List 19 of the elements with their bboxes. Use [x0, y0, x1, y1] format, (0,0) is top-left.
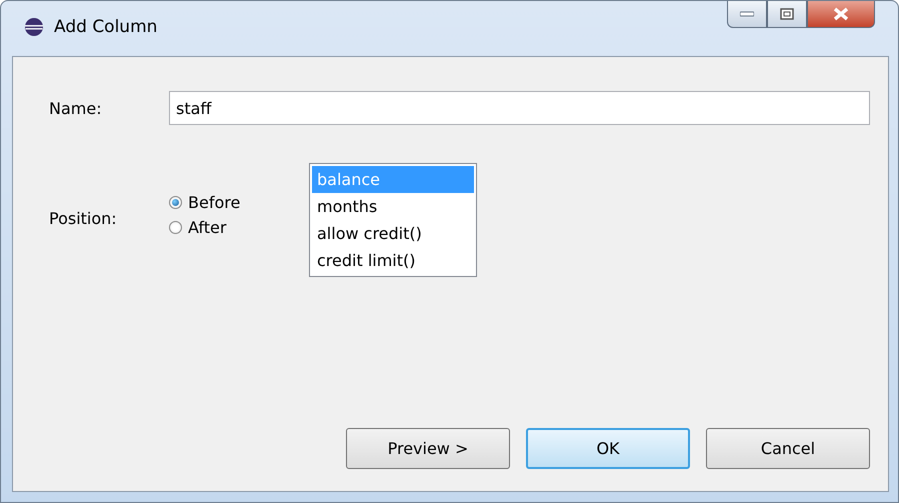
name-field[interactable]: staff	[169, 91, 870, 125]
maximize-button[interactable]	[767, 1, 807, 28]
position-radio[interactable]: After	[169, 218, 309, 237]
position-radio[interactable]: Before	[169, 193, 309, 212]
name-label: Name:	[49, 98, 103, 118]
dialog-button[interactable]: Preview >	[346, 428, 510, 469]
dialog-button[interactable]: OK	[526, 428, 690, 469]
dialog-button[interactable]: Cancel	[706, 428, 870, 469]
window-title: Add Column	[54, 16, 158, 36]
close-button[interactable]	[807, 1, 875, 28]
list-item[interactable]: credit limit()	[312, 247, 474, 274]
app-logo-icon	[24, 16, 44, 36]
position-label: Position:	[49, 209, 118, 228]
minimize-button[interactable]	[727, 1, 767, 28]
minimize-icon	[740, 11, 754, 17]
list-item[interactable]: allow credit()	[312, 220, 474, 247]
close-icon	[833, 7, 849, 21]
list-item[interactable]: months	[312, 193, 474, 220]
maximize-icon	[780, 8, 794, 20]
